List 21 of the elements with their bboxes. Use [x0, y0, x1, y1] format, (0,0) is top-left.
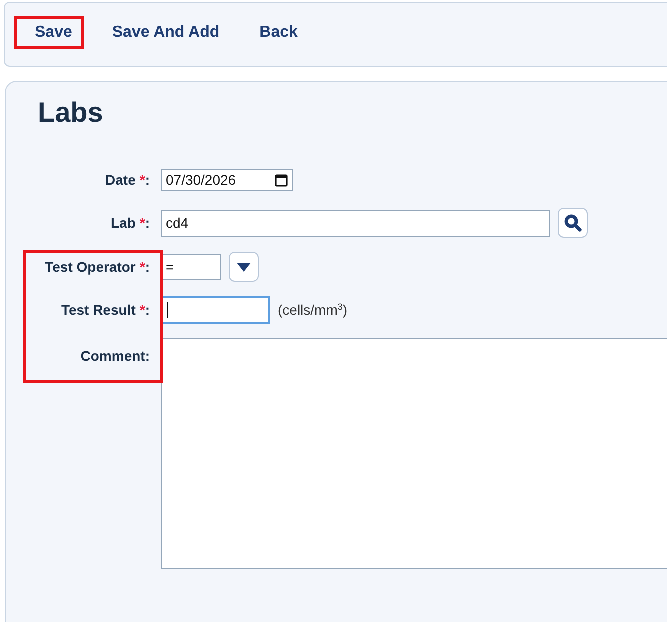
result-field[interactable] — [161, 296, 270, 324]
date-field[interactable]: 07/30/2026 — [161, 169, 293, 191]
field-label: Lab *: — [110, 214, 150, 232]
toolbar-button[interactable]: Back — [238, 16, 310, 49]
dropdown-button[interactable] — [229, 252, 259, 282]
field-label: Test Operator *: — [45, 258, 150, 276]
toolbar-button[interactable]: Save And Add — [91, 16, 232, 49]
field-label: Test Result *: — [61, 301, 150, 319]
field-label: Date *: — [106, 171, 150, 189]
calendar-icon[interactable] — [275, 174, 288, 186]
search-icon — [564, 214, 582, 232]
search-button[interactable] — [558, 208, 588, 238]
unit-label: (cells/mm$^{3}$) — [278, 301, 348, 319]
toolbar-button[interactable]: Save — [14, 16, 84, 49]
caret-down-icon — [237, 262, 251, 272]
operator-field[interactable]: = — [161, 254, 221, 280]
lab-field[interactable]: cd4 — [161, 210, 550, 236]
page-title: Labs — [38, 96, 104, 130]
comment-field[interactable] — [161, 338, 667, 569]
field-label: Comment: — [80, 347, 150, 365]
text-cursor-icon — [167, 302, 168, 318]
